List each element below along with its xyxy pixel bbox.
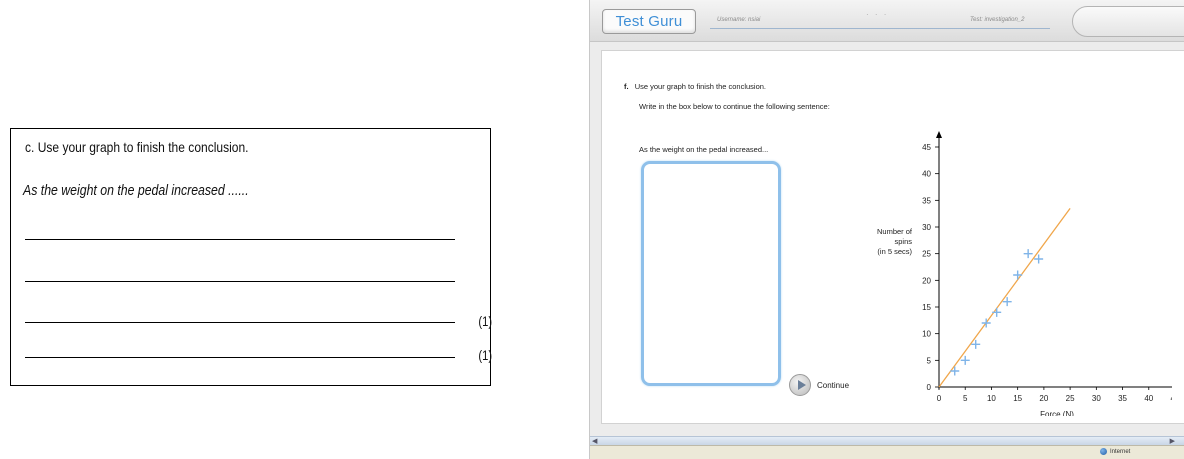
header-dots: · · · <box>866 10 889 19</box>
data-point <box>950 366 960 376</box>
x-tick-label: 15 <box>1013 394 1022 403</box>
data-point <box>960 355 970 365</box>
mark-label-1: (1) <box>478 313 492 329</box>
username-label: Username: nsiai <box>717 17 761 23</box>
x-tick-label: 45 <box>1171 394 1172 403</box>
x-tick-label: 25 <box>1066 394 1075 403</box>
x-tick-label: 5 <box>963 394 968 403</box>
continue-button[interactable]: Continue <box>789 373 849 397</box>
x-tick-label: 40 <box>1144 394 1153 403</box>
y-tick-label: 0 <box>927 383 932 392</box>
x-tick-label: 35 <box>1118 394 1127 403</box>
question-panel: f. Use your graph to finish the conclusi… <box>601 50 1184 424</box>
browser-window: Test Guru Username: nsiai · · · Test: in… <box>589 0 1184 459</box>
question-instruction: Write in the box below to continue the f… <box>639 102 830 111</box>
logo-tab[interactable]: Test Guru <box>602 9 696 34</box>
continue-label: Continue <box>817 380 850 390</box>
worksheet-prompt: As the weight on the pedal increased ...… <box>23 182 249 199</box>
zone-label: Internet <box>1110 448 1131 455</box>
horizontal-scrollbar[interactable]: ◀ ▶ <box>590 436 1184 445</box>
answer-line-3 <box>25 322 455 323</box>
worksheet-question: c. Use your graph to finish the conclusi… <box>25 139 249 155</box>
y-tick-label: 15 <box>922 303 931 312</box>
data-point <box>1013 270 1023 280</box>
x-tick-label: 10 <box>987 394 996 403</box>
x-axis-title: Force (N) <box>1040 410 1074 416</box>
globe-icon <box>1100 448 1107 455</box>
answer-textbox[interactable] <box>641 161 781 386</box>
answer-line-4 <box>25 357 455 358</box>
app-header: Test Guru Username: nsiai · · · Test: in… <box>590 0 1184 42</box>
trend-line <box>938 207 1071 388</box>
question-title: f. Use your graph to finish the conclusi… <box>624 82 766 91</box>
mark-label-2: (1) <box>478 347 492 363</box>
data-point <box>992 307 1002 317</box>
play-icon <box>789 374 811 396</box>
y-tick-label: 40 <box>922 170 931 179</box>
y-tick-label: 5 <box>927 356 932 365</box>
worksheet-card: c. Use your graph to finish the conclusi… <box>10 128 492 386</box>
question-label: f. <box>624 82 629 91</box>
y-axis-arrow-icon <box>936 131 942 138</box>
answer-line-1 <box>25 239 455 240</box>
question-text: Use your graph to finish the conclusion. <box>634 82 767 91</box>
data-point <box>1023 249 1033 259</box>
header-divider <box>710 28 1050 29</box>
app-logo: Test Guru <box>615 13 683 30</box>
y-tick-label: 10 <box>922 330 931 339</box>
y-axis-title: Number of spins (in 5 secs) <box>876 227 912 256</box>
force-spins-chart: 0 5 10 15 20 25 30 35 40 45 0 5 10 15 20 25 30 35 40 45 Forc… <box>922 131 1172 416</box>
x-tick-label: 30 <box>1092 394 1101 403</box>
y-tick-label: 20 <box>922 276 931 285</box>
y-tick-label: 45 <box>922 143 931 152</box>
y-tick-label: 25 <box>922 250 931 259</box>
test-name-label: Test: investigation_2 <box>970 17 1025 23</box>
x-tick-label: 0 <box>937 394 942 403</box>
x-tick-label: 20 <box>1039 394 1048 403</box>
security-zone: Internet <box>1100 448 1130 455</box>
answer-line-2 <box>25 281 455 282</box>
y-tick-label: 30 <box>922 223 931 232</box>
question-stem: As the weight on the pedal increased... <box>639 145 769 154</box>
y-tick-label: 35 <box>922 196 931 205</box>
status-bar: Internet <box>590 445 1184 459</box>
header-control-pill[interactable] <box>1072 6 1184 37</box>
